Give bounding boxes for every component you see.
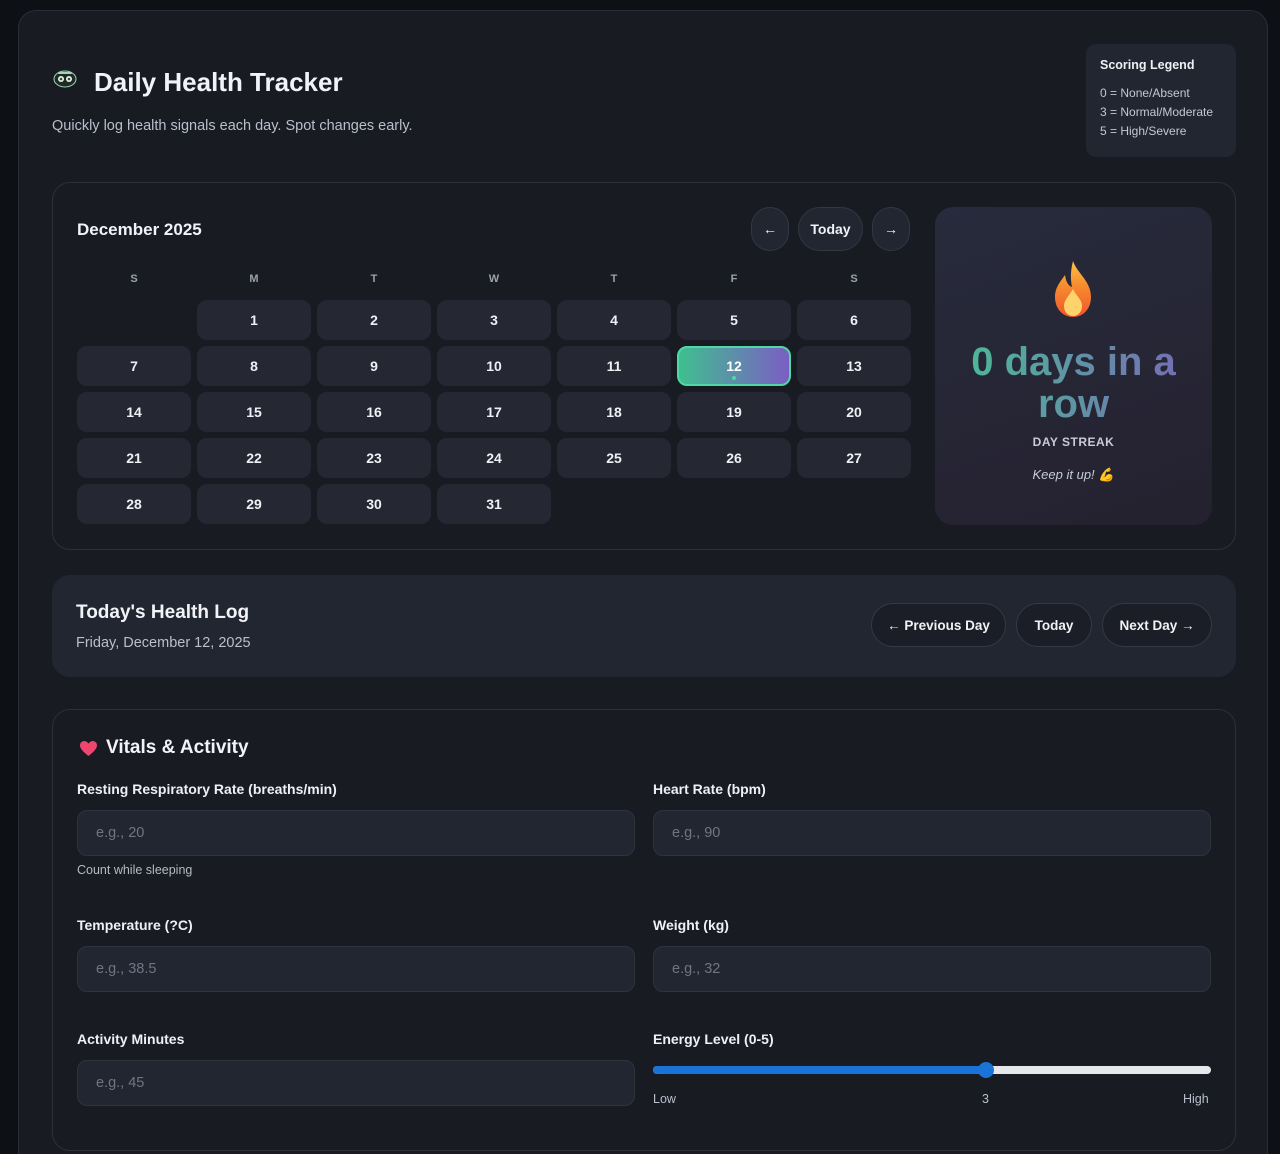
calendar-day[interactable]: 15 <box>197 392 311 432</box>
activity-minutes-input[interactable] <box>77 1060 635 1106</box>
log-title: Today's Health Log <box>76 602 250 623</box>
calendar-day[interactable]: 18 <box>557 392 671 432</box>
heart-rate-label: Heart Rate (bpm) <box>653 781 766 797</box>
calendar-day[interactable]: 16 <box>317 392 431 432</box>
energy-slider-thumb[interactable] <box>978 1062 994 1078</box>
weekday-header: S <box>850 273 858 285</box>
energy-high-label: High <box>1183 1092 1209 1106</box>
calendar-day[interactable]: 7 <box>77 346 191 386</box>
energy-slider-fill <box>653 1066 986 1074</box>
calendar-day[interactable]: 24 <box>437 438 551 478</box>
weekday-header: M <box>249 273 259 285</box>
calendar-day[interactable]: 8 <box>197 346 311 386</box>
calendar-day[interactable]: 22 <box>197 438 311 478</box>
calendar-day[interactable]: 27 <box>797 438 911 478</box>
energy-level-label: Energy Level (0-5) <box>653 1031 774 1047</box>
calendar-day[interactable]: 26 <box>677 438 791 478</box>
app-title: Daily Health Tracker <box>94 67 343 97</box>
temperature-input[interactable] <box>77 946 635 992</box>
weekday-header: T <box>610 273 618 285</box>
calendar-day[interactable]: 1 <box>197 300 311 340</box>
legend-row: 5 = High/Severe <box>1100 124 1187 138</box>
streak-value: 0 days in a row <box>935 341 1212 425</box>
calendar-day[interactable]: 20 <box>797 392 911 432</box>
activity-minutes-label: Activity Minutes <box>77 1031 185 1047</box>
calendar-day[interactable]: 4 <box>557 300 671 340</box>
calendar-day[interactable]: 14 <box>77 392 191 432</box>
legend-row: 3 = Normal/Moderate <box>1100 105 1214 119</box>
calendar-card: December 2025 ← Today → SMTWTFS123456789… <box>52 182 1236 550</box>
log-date: Friday, December 12, 2025 <box>76 635 251 651</box>
today-button[interactable]: Today <box>1016 603 1092 647</box>
calendar-day[interactable]: 2 <box>317 300 431 340</box>
calendar-day[interactable]: 17 <box>437 392 551 432</box>
temperature-label: Temperature (?C) <box>77 917 193 933</box>
heart-rate-input[interactable] <box>653 810 1211 856</box>
calendar-grid: S M T W T F S 1 2 3 4 5 6 7 8 9 10 11 12 13 14 15 16 17 18 19 20 21… <box>77 273 911 530</box>
vitals-card: Vitals & Activity Resting Respiratory Ra… <box>52 709 1236 1151</box>
calendar-day-selected[interactable]: 12 <box>677 346 791 386</box>
legend-row: 0 = None/Absent <box>1100 86 1190 100</box>
calendar-day[interactable]: 5 <box>677 300 791 340</box>
calendar-day[interactable]: 6 <box>797 300 911 340</box>
calendar-day[interactable]: 30 <box>317 484 431 524</box>
energy-level-slider[interactable] <box>653 1062 1211 1078</box>
next-day-button[interactable]: Next Day → <box>1102 603 1212 647</box>
weekday-header: W <box>488 273 500 285</box>
log-header-card: Today's Health Log Friday, December 12, … <box>52 575 1236 677</box>
vitals-section-title-text: Vitals & Activity <box>106 737 249 758</box>
streak-panel: 0 days in a row DAY STREAK Keep it up! 💪 <box>935 207 1212 525</box>
vitals-section-title: Vitals & Activity <box>79 737 249 759</box>
calendar-day[interactable]: 11 <box>557 346 671 386</box>
weight-label: Weight (kg) <box>653 917 729 933</box>
respiratory-rate-hint: Count while sleeping <box>77 863 193 877</box>
calendar-empty-cell <box>77 300 191 340</box>
weekday-header: S <box>130 273 138 285</box>
previous-day-button[interactable]: ← Previous Day <box>871 603 1006 647</box>
streak-message: Keep it up! 💪 <box>1032 467 1115 482</box>
calendar-day[interactable]: 31 <box>437 484 551 524</box>
calendar-day[interactable]: 3 <box>437 300 551 340</box>
flame-icon <box>1055 261 1091 317</box>
calendar-day[interactable]: 29 <box>197 484 311 524</box>
respiratory-rate-input[interactable] <box>77 810 635 856</box>
calendar-day[interactable]: 25 <box>557 438 671 478</box>
calendar-next-month-button[interactable]: → <box>872 207 910 251</box>
energy-low-label: Low <box>653 1092 676 1106</box>
app-shell: Daily Health Tracker Quickly log health … <box>18 10 1268 1154</box>
streak-label: DAY STREAK <box>1032 435 1115 449</box>
app-logo-icon <box>53 70 77 88</box>
calendar-day[interactable]: 9 <box>317 346 431 386</box>
calendar-day[interactable]: 19 <box>677 392 791 432</box>
heart-icon <box>80 740 97 756</box>
weight-input[interactable] <box>653 946 1211 992</box>
calendar-day[interactable]: 13 <box>797 346 911 386</box>
calendar-day[interactable]: 23 <box>317 438 431 478</box>
calendar-prev-month-button[interactable]: ← <box>751 207 789 251</box>
weekday-header: F <box>730 273 738 285</box>
energy-value-label: 3 <box>982 1092 989 1106</box>
app-subtitle: Quickly log health signals each day. Spo… <box>52 118 413 134</box>
calendar-today-button[interactable]: Today <box>798 207 863 251</box>
calendar-day[interactable]: 21 <box>77 438 191 478</box>
scoring-legend: Scoring Legend 0 = None/Absent 3 = Norma… <box>1086 44 1236 157</box>
calendar-month-label: December 2025 <box>77 220 202 239</box>
calendar-day[interactable]: 10 <box>437 346 551 386</box>
respiratory-rate-label: Resting Respiratory Rate (breaths/min) <box>77 781 337 797</box>
legend-title: Scoring Legend <box>1100 58 1195 72</box>
calendar-day[interactable]: 28 <box>77 484 191 524</box>
weekday-header: T <box>370 273 378 285</box>
